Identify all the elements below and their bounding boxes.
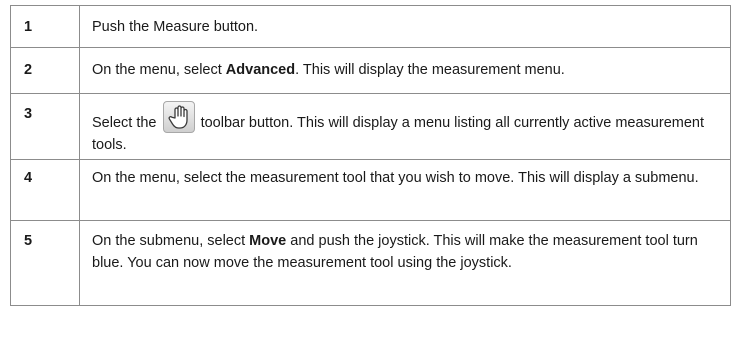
step-text: Push the Measure button. [79, 5, 731, 48]
step-text: On the submenu, select Move and push the… [79, 220, 731, 306]
step-number: 5 [10, 220, 80, 306]
step-text-start: On the menu, select [92, 62, 226, 78]
hand-move-icon [162, 101, 195, 133]
menu-option-advanced: Advanced [225, 62, 296, 78]
step-row: 2 On the menu, select Advanced. This wil… [10, 47, 731, 94]
step-row: 3 Select the toolbar button. This will d… [10, 93, 731, 160]
step-number: 2 [10, 47, 80, 94]
step-text-start: On the submenu, select [92, 233, 250, 249]
step-text-start: Select the [92, 115, 157, 131]
instruction-steps-table: 1 Push the Measure button. 2 On the menu… [10, 5, 731, 306]
step-row: 1 Push the Measure button. [10, 5, 731, 48]
step-number: 1 [10, 5, 80, 48]
step-row: 4 On the menu, select the measurement to… [10, 159, 731, 221]
step-row: 5 On the submenu, select Move and push t… [10, 220, 731, 306]
step-text: On the menu, select Advanced. This will … [79, 47, 731, 94]
menu-option-move: Move [249, 233, 287, 249]
step-text: Select the toolbar button. This will dis… [79, 93, 731, 160]
step-number: 4 [10, 159, 80, 221]
step-text: On the menu, select the measurement tool… [79, 159, 731, 221]
step-text-end: . This will display the measurement menu… [295, 62, 565, 78]
step-number: 3 [10, 93, 80, 160]
